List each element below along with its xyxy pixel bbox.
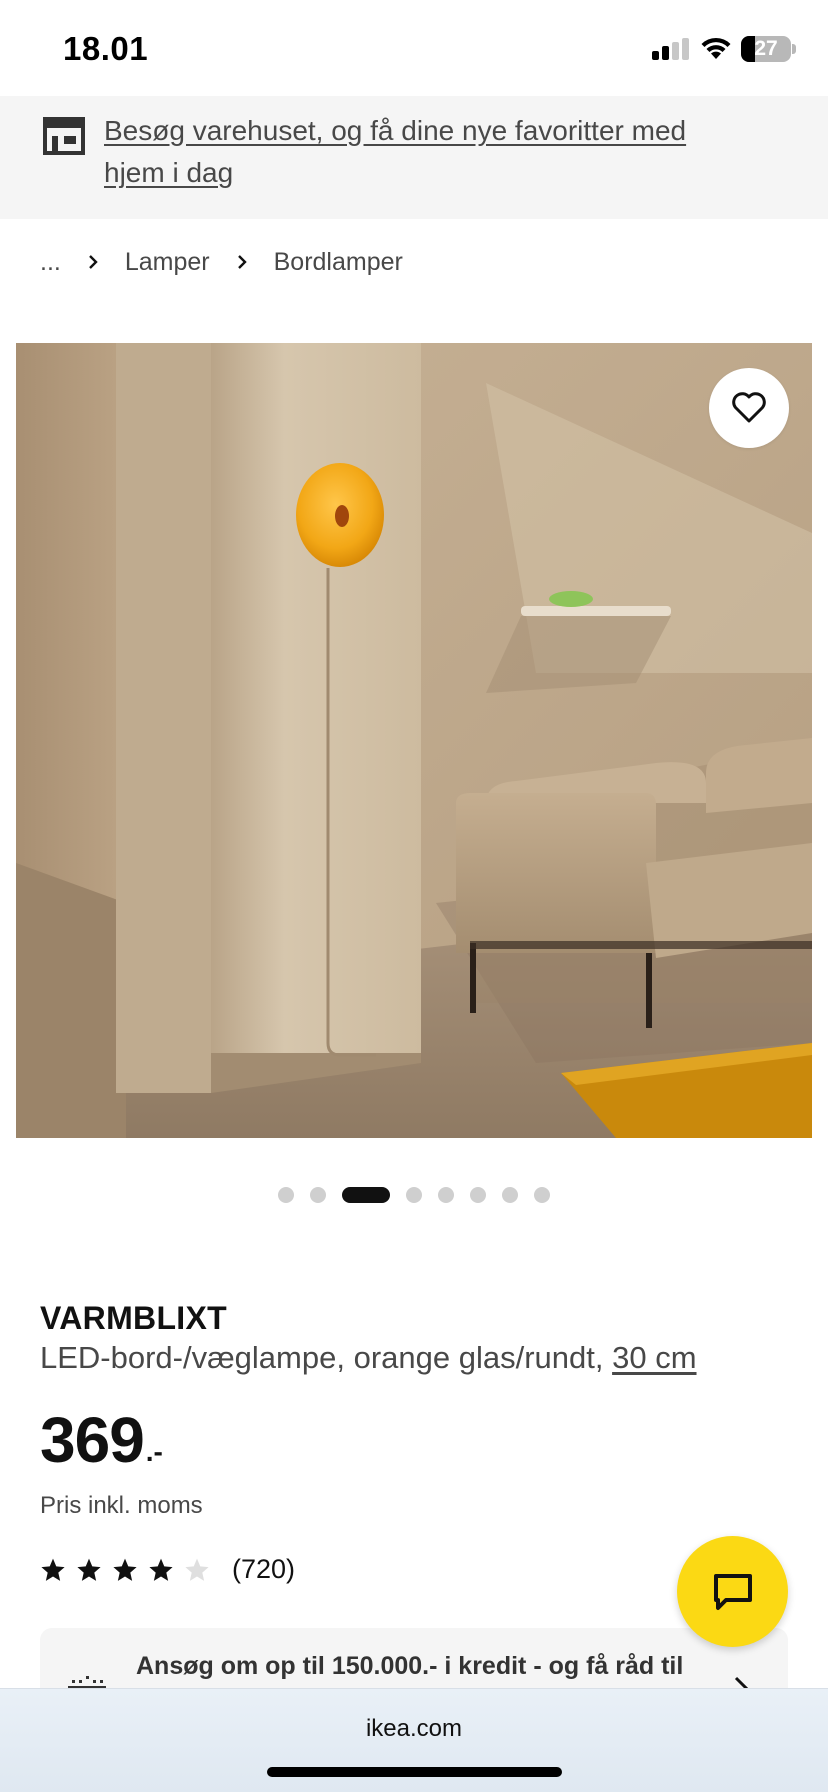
- favorite-button[interactable]: [709, 368, 789, 448]
- star-filled-icon: [113, 1558, 137, 1581]
- breadcrumb: ... Lamper Bordlamper: [40, 244, 403, 280]
- store-icon: [43, 117, 85, 155]
- product-description-text: LED-bord-/væglampe, orange glas/rundt,: [40, 1340, 604, 1375]
- store-promo-banner[interactable]: Besøg varehuset, og få dine nye favoritt…: [0, 96, 828, 219]
- review-count[interactable]: (720): [232, 1554, 295, 1585]
- status-bar: 18.01 27: [0, 0, 828, 96]
- star-filled-icon: [41, 1558, 65, 1581]
- promo-link[interactable]: Besøg varehuset, og få dine nye favoritt…: [104, 110, 744, 194]
- heart-icon: [732, 392, 766, 423]
- battery-tip: [792, 44, 796, 54]
- product-rating[interactable]: (720): [40, 1554, 295, 1585]
- browser-url[interactable]: ikea.com: [0, 1715, 828, 1743]
- wifi-icon: [701, 37, 731, 59]
- carousel-dot[interactable]: [502, 1187, 518, 1203]
- carousel-dot[interactable]: [438, 1187, 454, 1203]
- breadcrumb-ellipsis[interactable]: ...: [40, 248, 61, 277]
- star-filled-icon: [149, 1558, 173, 1581]
- carousel-dot[interactable]: [406, 1187, 422, 1203]
- breadcrumb-item-bordlamper[interactable]: Bordlamper: [274, 248, 403, 277]
- carousel-dot[interactable]: [534, 1187, 550, 1203]
- status-time: 18.01: [63, 30, 149, 67]
- breadcrumb-item-lamper[interactable]: Lamper: [125, 248, 210, 277]
- star-filled-icon: [77, 1558, 101, 1581]
- battery-level: 27: [754, 37, 778, 60]
- chat-button[interactable]: [677, 1536, 788, 1647]
- product-size-link[interactable]: 30 cm: [612, 1340, 696, 1375]
- cellular-signal-icon: [652, 38, 690, 60]
- chevron-right-icon: [75, 252, 111, 272]
- battery-fill: [741, 36, 755, 62]
- carousel-dot[interactable]: [310, 1187, 326, 1203]
- star-empty-icon: [185, 1558, 209, 1581]
- price-note: Pris inkl. moms: [40, 1492, 203, 1519]
- rating-stars: [40, 1557, 220, 1583]
- product-name: VARMBLIXT: [40, 1300, 227, 1336]
- image-carousel-dots[interactable]: [0, 1186, 828, 1204]
- battery-icon: 27: [741, 36, 791, 62]
- chevron-right-icon: [224, 252, 260, 272]
- product-price: 369 .-: [40, 1408, 163, 1472]
- chat-icon: [713, 1573, 752, 1610]
- carousel-dot[interactable]: [470, 1187, 486, 1203]
- price-integer: 369: [40, 1404, 145, 1476]
- product-image[interactable]: [16, 343, 812, 1138]
- credit-banner-text: Ansøg om op til 150.000.- i kredit - og …: [136, 1652, 684, 1680]
- carousel-dot-active[interactable]: [342, 1187, 390, 1203]
- product-description: LED-bord-/væglampe, orange glas/rundt, 3…: [40, 1340, 697, 1376]
- price-decimal: .-: [145, 1436, 163, 1467]
- carousel-dot[interactable]: [278, 1187, 294, 1203]
- home-indicator[interactable]: [267, 1767, 562, 1777]
- product-photo: [16, 343, 812, 1138]
- browser-toolbar: ikea.com: [0, 1688, 828, 1792]
